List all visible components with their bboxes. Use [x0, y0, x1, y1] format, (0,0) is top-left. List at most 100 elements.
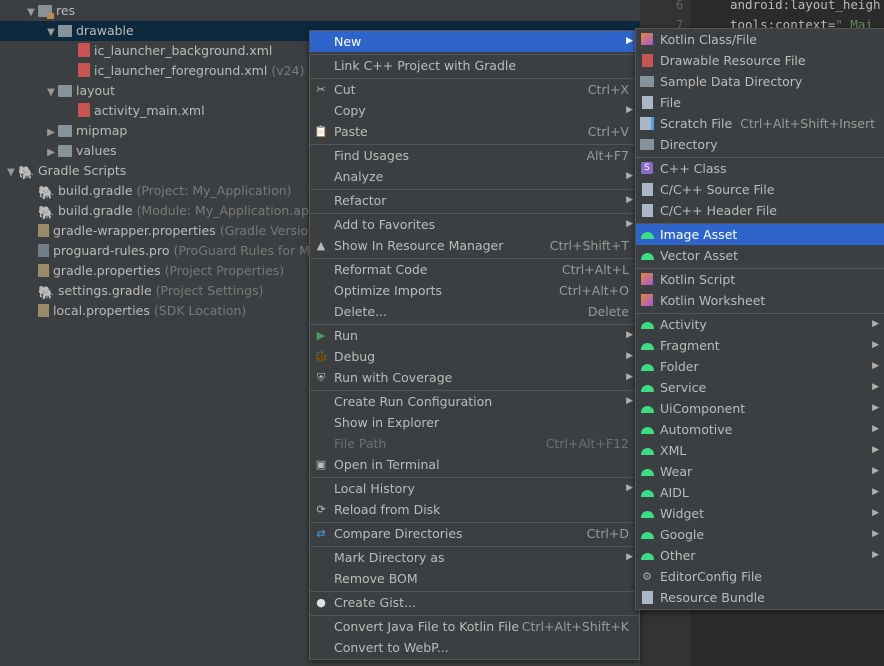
xml-file-icon	[78, 63, 90, 77]
context-menu-item[interactable]: Reformat Code Ctrl+Alt+L	[310, 259, 639, 280]
context-menu-item[interactable]: Find Usages Alt+F7	[310, 145, 639, 166]
context-menu-item[interactable]: ⛨ Run with Coverage ▶	[310, 367, 639, 388]
context-menu-item[interactable]: Optimize Imports Ctrl+Alt+O	[310, 280, 639, 301]
new-submenu-item-label: Google	[660, 527, 705, 542]
context-menu-item[interactable]: 🐞 Debug ▶	[310, 346, 639, 367]
tree-item-label: mipmap	[76, 123, 128, 138]
expand-right-icon[interactable]: ▶	[44, 123, 58, 143]
context-menu-item[interactable]: ▲ Show In Resource Manager Ctrl+Shift+T	[310, 235, 639, 256]
context-menu-item-label: File Path	[334, 436, 387, 451]
context-menu-item[interactable]: Refactor ▶	[310, 190, 639, 211]
new-submenu-item[interactable]: ⚙ EditorConfig File	[636, 566, 884, 587]
new-submenu-item[interactable]: Folder ▶	[636, 356, 884, 377]
android-icon	[640, 464, 654, 478]
new-submenu-item-label: Kotlin Worksheet	[660, 293, 766, 308]
context-menu-item[interactable]: ● Create Gist...	[310, 592, 639, 613]
expand-right-icon[interactable]: ▶	[44, 143, 58, 163]
context-menu-item-label: Create Run Configuration	[334, 394, 493, 409]
android-icon	[640, 338, 654, 352]
android-icon	[640, 359, 654, 373]
submenu-arrow-icon: ▶	[626, 105, 633, 115]
new-submenu-item[interactable]: Resource Bundle	[636, 587, 884, 608]
new-submenu-item[interactable]: C/C++ Source File	[636, 179, 884, 200]
new-submenu-item[interactable]: Kotlin Script	[636, 269, 884, 290]
new-submenu-item[interactable]: Google ▶	[636, 524, 884, 545]
context-menu-item[interactable]: New ▶	[310, 31, 639, 52]
context-menu-item-label: Convert Java File to Kotlin File	[334, 619, 520, 634]
new-submenu-item-label: Other	[660, 548, 696, 563]
android-icon	[640, 506, 654, 520]
new-submenu-item[interactable]: C/C++ Header File	[636, 200, 884, 221]
context-menu-item[interactable]: Convert to WebP...	[310, 637, 639, 658]
context-menu-item[interactable]: Create Run Configuration ▶	[310, 391, 639, 412]
new-submenu-item-label: Service	[660, 380, 707, 395]
context-menu-item[interactable]: ▣ Open in Terminal	[310, 454, 639, 475]
context-menu-item-label: Show in Explorer	[334, 415, 440, 430]
resource-bundle-icon	[640, 590, 654, 604]
new-submenu-item[interactable]: Widget ▶	[636, 503, 884, 524]
context-menu-item[interactable]: Local History ▶	[310, 478, 639, 499]
new-submenu-item[interactable]: UiComponent ▶	[636, 398, 884, 419]
new-submenu-item[interactable]: Kotlin Class/File	[636, 29, 884, 50]
new-submenu-item[interactable]: Image Asset	[636, 224, 884, 245]
code-line: android:layout_heigh	[730, 0, 881, 12]
context-menu-item[interactable]: Analyze ▶	[310, 166, 639, 187]
new-submenu-item-label: File	[660, 95, 681, 110]
context-menu-item[interactable]: Remove BOM	[310, 568, 639, 589]
shortcut-label: Ctrl+Alt+F12	[545, 436, 629, 451]
context-menu-item[interactable]: Link C++ Project with Gradle	[310, 55, 639, 76]
new-submenu-item[interactable]: Directory	[636, 134, 884, 155]
expand-down-icon[interactable]: ▼	[4, 163, 18, 183]
proguard-file-icon	[38, 244, 49, 257]
new-submenu-item[interactable]: File	[636, 92, 884, 113]
new-submenu-item[interactable]: Wear ▶	[636, 461, 884, 482]
tree-item-hint: (Project Properties)	[164, 263, 285, 278]
xml-file-icon	[78, 43, 90, 57]
new-submenu-item[interactable]: Scratch File Ctrl+Alt+Shift+Insert	[636, 113, 884, 134]
new-submenu-item[interactable]: Activity ▶	[636, 314, 884, 335]
expand-down-icon[interactable]: ▼	[24, 3, 38, 23]
context-menu-item[interactable]: 📋 Paste Ctrl+V	[310, 121, 639, 142]
new-submenu-item[interactable]: Service ▶	[636, 377, 884, 398]
properties-file-icon	[38, 224, 49, 237]
tree-item-label: ic_launcher_foreground.xml	[94, 63, 268, 78]
new-submenu-item[interactable]: Automotive ▶	[636, 419, 884, 440]
new-submenu-item[interactable]: XML ▶	[636, 440, 884, 461]
context-menu-item[interactable]: ⇄ Compare Directories Ctrl+D	[310, 523, 639, 544]
tree-item-hint: (ProGuard Rules for My_	[173, 243, 324, 258]
context-menu-item[interactable]: ▶ Run ▶	[310, 325, 639, 346]
reload-icon: ⟳	[316, 502, 326, 516]
tree-item[interactable]: ▼ res	[0, 1, 640, 21]
context-menu-item[interactable]: ✂ Cut Ctrl+X	[310, 79, 639, 100]
new-submenu-item[interactable]: AIDL ▶	[636, 482, 884, 503]
gear-icon: ⚙	[642, 569, 652, 583]
context-menu-item[interactable]: Copy ▶	[310, 100, 639, 121]
submenu-arrow-icon: ▶	[626, 36, 633, 46]
new-submenu-item[interactable]: Kotlin Worksheet	[636, 290, 884, 311]
new-submenu-item[interactable]: Drawable Resource File	[636, 50, 884, 71]
shortcut-label: Delete	[587, 304, 629, 319]
context-menu-item[interactable]: Add to Favorites ▶	[310, 214, 639, 235]
coverage-icon: ⛨	[316, 370, 326, 384]
context-menu-item-label: Local History	[334, 481, 415, 496]
new-submenu-item[interactable]: S C++ Class	[636, 158, 884, 179]
new-submenu-item-label: Image Asset	[660, 227, 738, 242]
context-menu-item[interactable]: Show in Explorer	[310, 412, 639, 433]
shortcut-label: Ctrl+Shift+T	[549, 238, 629, 253]
cpp-source-icon	[640, 182, 654, 196]
context-menu-item[interactable]: Mark Directory as ▶	[310, 547, 639, 568]
expand-down-icon[interactable]: ▼	[44, 23, 58, 43]
tree-item-label: values	[76, 143, 117, 158]
context-menu-item[interactable]: Convert Java File to Kotlin File Ctrl+Alt…	[310, 616, 639, 637]
new-submenu-item[interactable]: Other ▶	[636, 545, 884, 566]
context-menu-item[interactable]: Delete... Delete	[310, 301, 639, 322]
new-submenu-item[interactable]: Fragment ▶	[636, 335, 884, 356]
tree-item-label: build.gradle	[58, 203, 133, 218]
folder-icon	[58, 125, 72, 137]
context-menu-item-label: Reload from Disk	[334, 502, 441, 517]
expand-down-icon[interactable]: ▼	[44, 83, 58, 103]
new-submenu-item[interactable]: Sample Data Directory	[636, 71, 884, 92]
context-menu-item[interactable]: ⟳ Reload from Disk	[310, 499, 639, 520]
new-submenu-item-label: C++ Class	[660, 161, 727, 176]
new-submenu-item[interactable]: Vector Asset	[636, 245, 884, 266]
